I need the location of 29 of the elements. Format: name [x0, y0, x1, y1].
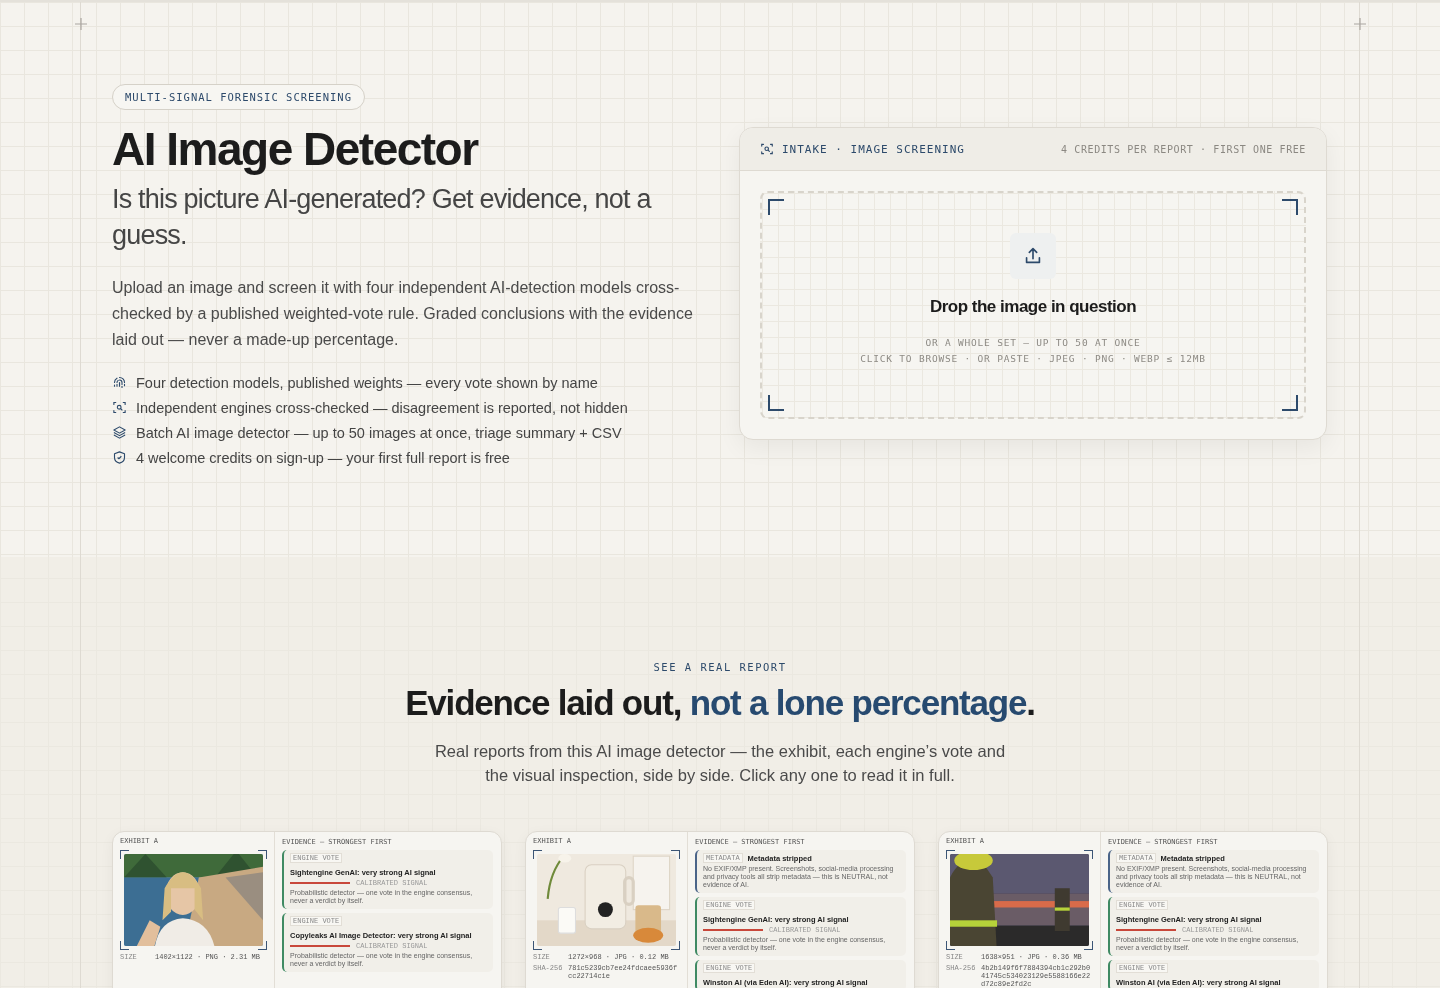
- section-eyebrow: SEE A REAL REPORT: [653, 661, 787, 673]
- panel-label: INTAKE · IMAGE SCREENING: [782, 142, 965, 156]
- feature-text: Four detection models, published weights — every vote shown by name: [136, 374, 598, 391]
- corner-mark: [768, 395, 784, 411]
- feature-text: Independent engines cross-checked — disagreement is reported, not hidden: [136, 399, 628, 416]
- corner-mark: [1282, 395, 1298, 411]
- credits-note: 4 CREDITS PER REPORT · FIRST ONE FREE: [1061, 143, 1306, 155]
- drop-title: Drop the image in question: [929, 297, 1137, 317]
- corner-mark: [1282, 199, 1298, 215]
- scan-icon: [112, 400, 127, 416]
- shield-check-icon: [112, 450, 127, 466]
- eyebrow-badge: MULTI-SIGNAL FORENSIC SCREENING: [112, 84, 365, 110]
- crosshair-icon: [1354, 18, 1366, 30]
- section-description: Real reports from this AI image detector — the exhibit, each engine’s vote and the visual inspection, side by side. Click any one to read it in full.: [433, 741, 1007, 786]
- corner-mark: [768, 199, 784, 215]
- layers-icon: [112, 425, 127, 441]
- page-title: AI Image Detector: [112, 124, 478, 175]
- feature-text: 4 welcome credits on sign-up — your first full report is free: [136, 449, 510, 466]
- page-subtitle: Is this picture AI-generated? Get evidence, not a guess.: [112, 182, 653, 252]
- upload-icon: [1010, 233, 1056, 279]
- drop-hint: CLICK TO BROWSE · OR PASTE · JPEG · PNG · WEBP ≤ 12MB: [860, 352, 1206, 366]
- fingerprint-icon: [112, 375, 127, 391]
- feature-text: Batch AI image detector — up to 50 images at once, triage summary + CSV: [136, 424, 622, 441]
- drop-zone[interactable]: Drop the image in question OR A WHOLE SET — UP TO 50 AT ONCE CLICK TO BROWSE · OR PASTE · JPEG · PNG · WEBP ≤ 12MB: [760, 191, 1306, 419]
- scan-icon: [760, 142, 774, 156]
- intro-paragraph: Upload an image and screen it with four independent AI-detection models cross-checked by a published weighted-vote rule. Graded conclusions with the evidence laid out — never a made-up percentage.: [112, 277, 694, 350]
- crosshair-icon: [75, 18, 87, 30]
- section-title: Evidence laid out, not a lone percentage.: [405, 683, 1035, 723]
- drop-hint: OR A WHOLE SET — UP TO 50 AT ONCE: [925, 336, 1141, 350]
